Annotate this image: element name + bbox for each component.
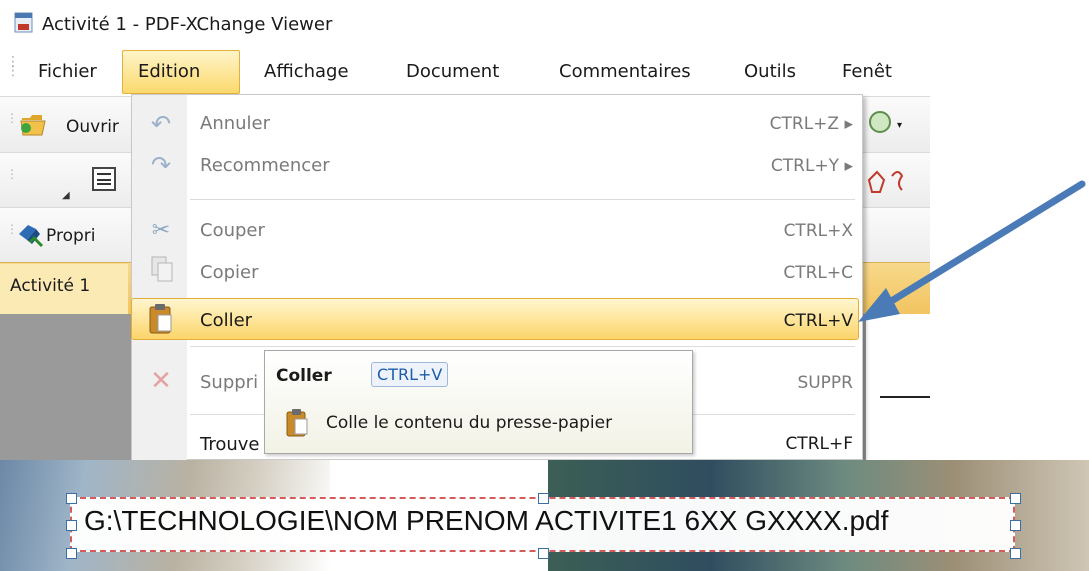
menu-fichier[interactable]: Fichier <box>38 61 97 82</box>
text-tool-icon[interactable] <box>92 167 116 191</box>
paste-icon <box>147 303 175 335</box>
menu-grip: ⋮ ⋮ <box>6 54 20 79</box>
menu-separator <box>190 199 855 200</box>
window-title: Activité 1 - PDF-XChange Viewer <box>42 14 333 35</box>
delete-icon: ✕ <box>150 366 172 396</box>
menu-item-trouver[interactable]: Trouve <box>200 434 260 455</box>
menu-separator <box>190 346 855 347</box>
menu-item-couper[interactable]: Couper <box>200 220 265 241</box>
toolbar-globe-icon[interactable] <box>868 110 894 136</box>
toolbar-more-icon[interactable]: ▾ <box>897 120 902 131</box>
dropdown-arrow-icon[interactable]: ◢ <box>62 190 70 201</box>
menu-item-supprimer[interactable]: Suppri <box>200 372 258 393</box>
menu-item-coller[interactable]: Coller <box>200 310 252 331</box>
resize-handle-ml[interactable] <box>66 520 77 531</box>
tooltip-title: Coller <box>276 366 332 386</box>
shortcut-annuler: CTRL+Z ▸ <box>769 114 853 134</box>
shortcut-supprimer: SUPPR <box>797 373 853 393</box>
resize-handle-tl[interactable] <box>66 493 77 504</box>
resize-handle-bm[interactable] <box>538 548 549 559</box>
tab-activite-label: Activité 1 <box>10 276 91 296</box>
tooltip-description: Colle le contenu du presse-papier <box>326 413 613 433</box>
menu-document[interactable]: Document <box>406 61 499 82</box>
redo-icon: ↷ <box>150 151 172 179</box>
properties-icon[interactable] <box>16 220 44 248</box>
tooltip-paste-icon <box>285 408 311 438</box>
menu-item-copier[interactable]: Copier <box>200 262 258 283</box>
annotation-arrow <box>840 180 1089 344</box>
tooltip-shortcut: CTRL+V <box>371 362 449 387</box>
resize-handle-tr[interactable] <box>1010 493 1021 504</box>
menu-fenetre[interactable]: Fenêt <box>842 61 892 82</box>
menu-outils[interactable]: Outils <box>744 61 796 82</box>
app-icon <box>14 12 34 34</box>
undo-icon: ↶ <box>150 110 172 138</box>
toolbar-grip: ⋮ <box>6 167 18 181</box>
open-folder-icon[interactable] <box>20 110 50 138</box>
menu-commentaires[interactable]: Commentaires <box>559 61 691 82</box>
scissors-icon: ✂ <box>151 218 171 243</box>
open-button-label[interactable]: Ouvrir <box>66 117 119 137</box>
shortcut-recommencer: CTRL+Y ▸ <box>770 156 853 176</box>
properties-button-label[interactable]: Propri <box>46 226 95 246</box>
toolbar-grip: ⋮ <box>6 111 18 125</box>
toolbar-grip: ⋮ <box>6 222 18 236</box>
page-rule <box>880 396 930 398</box>
resize-handle-tm[interactable] <box>538 493 549 504</box>
menu-edition[interactable]: Edition <box>138 61 200 82</box>
resize-handle-bl[interactable] <box>66 548 77 559</box>
menu-affichage[interactable]: Affichage <box>264 61 349 82</box>
resize-handle-br[interactable] <box>1010 548 1021 559</box>
menu-item-annuler[interactable]: Annuler <box>200 113 270 134</box>
filepath-text: G:\TECHNOLOGIE\NOM PRENOM ACTIVITE1 6XX … <box>84 505 889 536</box>
menu-item-recommencer[interactable]: Recommencer <box>200 155 330 176</box>
resize-handle-mr[interactable] <box>1010 520 1021 531</box>
copy-icon <box>150 255 176 285</box>
shortcut-trouver: CTRL+F <box>785 434 853 454</box>
